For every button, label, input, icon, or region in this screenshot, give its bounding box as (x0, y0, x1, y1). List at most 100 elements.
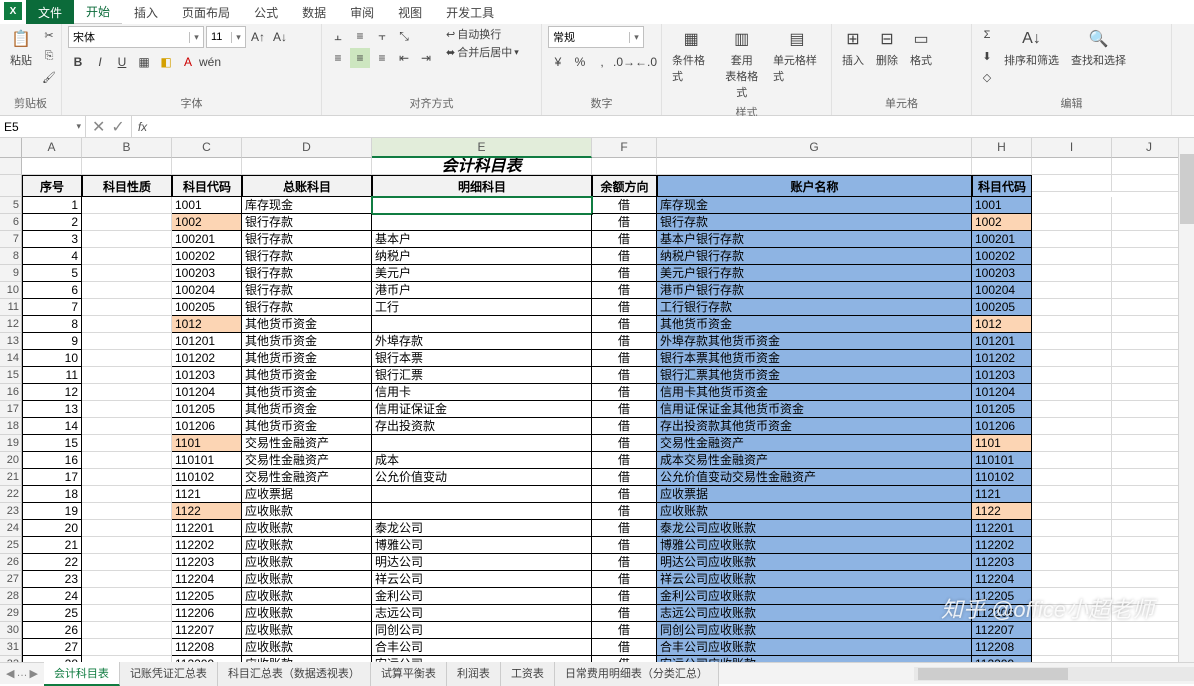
tab-formula[interactable]: 公式 (242, 0, 290, 24)
delete-button[interactable]: ⊟删除 (872, 26, 902, 70)
table-row[interactable]: 8 (22, 316, 82, 333)
table-row[interactable]: 4 (22, 248, 82, 265)
table-format-button[interactable]: ▥套用 表格格式 (718, 26, 764, 102)
font-color-button[interactable]: A (178, 52, 198, 72)
font-grow-icon[interactable]: A↑ (248, 27, 268, 47)
align-middle-icon[interactable]: ≡ (350, 26, 370, 46)
table-row[interactable]: 10 (22, 350, 82, 367)
fill-color-button[interactable]: ◧ (156, 52, 176, 72)
col-header-F[interactable]: F (592, 138, 657, 158)
format-button[interactable]: ▭格式 (906, 26, 936, 70)
table-row[interactable]: 1 (22, 197, 82, 214)
name-box[interactable]: E5▾ (0, 116, 86, 137)
merge-button[interactable]: ⬌合并后居中▾ (446, 44, 519, 60)
percent-icon[interactable]: % (570, 52, 590, 72)
cond-format-button[interactable]: ▦条件格式 (668, 26, 714, 86)
cell-style-button[interactable]: ▤单元格样式 (769, 26, 825, 86)
table-row[interactable]: 22 (22, 554, 82, 571)
table-row[interactable]: 24 (22, 588, 82, 605)
prev-sheet-icon[interactable]: … (16, 667, 27, 680)
currency-icon[interactable]: ¥ (548, 52, 568, 72)
cancel-icon[interactable]: ✕ (92, 117, 105, 137)
table-row[interactable]: 21 (22, 537, 82, 554)
tab-review[interactable]: 审阅 (338, 0, 386, 24)
table-row[interactable]: 13 (22, 401, 82, 418)
copy-icon[interactable]: ⎘ (40, 47, 58, 65)
enter-icon[interactable]: ✓ (111, 117, 124, 137)
font-shrink-icon[interactable]: A↓ (270, 27, 290, 47)
font-size-input[interactable]: ▾ (206, 26, 246, 48)
number-format-select[interactable]: ▾ (548, 26, 644, 48)
formula-input[interactable] (153, 116, 1194, 137)
table-row[interactable]: 17 (22, 469, 82, 486)
tab-insert[interactable]: 插入 (122, 0, 170, 24)
col-header-E[interactable]: E (372, 138, 592, 158)
col-header-J[interactable]: J (1112, 138, 1187, 158)
col-header-G[interactable]: G (657, 138, 972, 158)
insert-button[interactable]: ⊞插入 (838, 26, 868, 70)
orientation-icon[interactable]: ⤡ (394, 26, 414, 46)
wrap-text-button[interactable]: ↩自动换行 (446, 26, 519, 42)
tab-home[interactable]: 开始 (74, 0, 122, 24)
col-header-H[interactable]: H (972, 138, 1032, 158)
sheet-tab[interactable]: 会计科目表 (44, 662, 120, 686)
align-left-icon[interactable]: ≡ (328, 48, 348, 68)
sheet-tab[interactable]: 利润表 (447, 662, 501, 686)
dec-dec-icon[interactable]: ←.0 (636, 52, 656, 72)
table-row[interactable]: 20 (22, 520, 82, 537)
table-row[interactable]: 16 (22, 452, 82, 469)
find-select-button[interactable]: 🔍查找和选择 (1067, 26, 1130, 70)
sheet-tab[interactable]: 工资表 (501, 662, 555, 686)
table-row[interactable]: 14 (22, 418, 82, 435)
table-row[interactable]: 3 (22, 231, 82, 248)
sheet-tab[interactable]: 科目汇总表（数据透视表） (218, 662, 371, 686)
dec-inc-icon[interactable]: .0→ (614, 52, 634, 72)
align-top-icon[interactable]: ⫠ (328, 26, 348, 46)
align-bottom-icon[interactable]: ⫟ (372, 26, 392, 46)
table-row[interactable]: 12 (22, 384, 82, 401)
first-sheet-icon[interactable]: ◀ (6, 667, 14, 680)
autosum-icon[interactable]: Σ (978, 26, 996, 44)
comma-icon[interactable]: , (592, 52, 612, 72)
border-button[interactable]: ▦ (134, 52, 154, 72)
col-header-C[interactable]: C (172, 138, 242, 158)
align-right-icon[interactable]: ≡ (372, 48, 392, 68)
table-row[interactable]: 23 (22, 571, 82, 588)
table-row[interactable]: 9 (22, 333, 82, 350)
clear-icon[interactable]: ◇ (978, 68, 996, 86)
format-painter-icon[interactable]: 🖌 (40, 68, 58, 86)
indent-dec-icon[interactable]: ⇤ (394, 48, 414, 68)
tab-data[interactable]: 数据 (290, 0, 338, 24)
cut-icon[interactable]: ✂ (40, 26, 58, 44)
indent-inc-icon[interactable]: ⇥ (416, 48, 436, 68)
sheet-tab[interactable]: 记账凭证汇总表 (120, 662, 218, 686)
vertical-scrollbar[interactable] (1178, 138, 1194, 662)
align-center-icon[interactable]: ≡ (350, 48, 370, 68)
table-row[interactable]: 25 (22, 605, 82, 622)
sheet-tab[interactable]: 试算平衡表 (371, 662, 447, 686)
next-sheet-icon[interactable]: ▶ (29, 667, 37, 680)
file-menu[interactable]: 文件 (26, 0, 74, 24)
fill-icon[interactable]: ⬇ (978, 47, 996, 65)
tab-layout[interactable]: 页面布局 (170, 0, 242, 24)
col-header-A[interactable]: A (22, 138, 82, 158)
table-row[interactable]: 18 (22, 486, 82, 503)
italic-button[interactable]: I (90, 52, 110, 72)
col-header-B[interactable]: B (82, 138, 172, 158)
table-row[interactable]: 26 (22, 622, 82, 639)
underline-button[interactable]: U (112, 52, 132, 72)
spreadsheet-grid[interactable]: ABCDEFGHIJ会计科目表序号科目性质科目代码总账科目明细科目余额方向账户名… (0, 138, 1194, 662)
col-header-D[interactable]: D (242, 138, 372, 158)
tab-view[interactable]: 视图 (386, 0, 434, 24)
sort-filter-button[interactable]: A↓排序和筛选 (1000, 26, 1063, 70)
table-row[interactable]: 2 (22, 214, 82, 231)
table-row[interactable]: 6 (22, 282, 82, 299)
table-row[interactable]: 7 (22, 299, 82, 316)
fx-icon[interactable]: fx (132, 116, 153, 137)
table-row[interactable]: 27 (22, 639, 82, 656)
table-row[interactable]: 15 (22, 435, 82, 452)
table-row[interactable]: 11 (22, 367, 82, 384)
font-name-input[interactable]: ▾ (68, 26, 204, 48)
pinyin-button[interactable]: wén (200, 52, 220, 72)
table-row[interactable]: 19 (22, 503, 82, 520)
